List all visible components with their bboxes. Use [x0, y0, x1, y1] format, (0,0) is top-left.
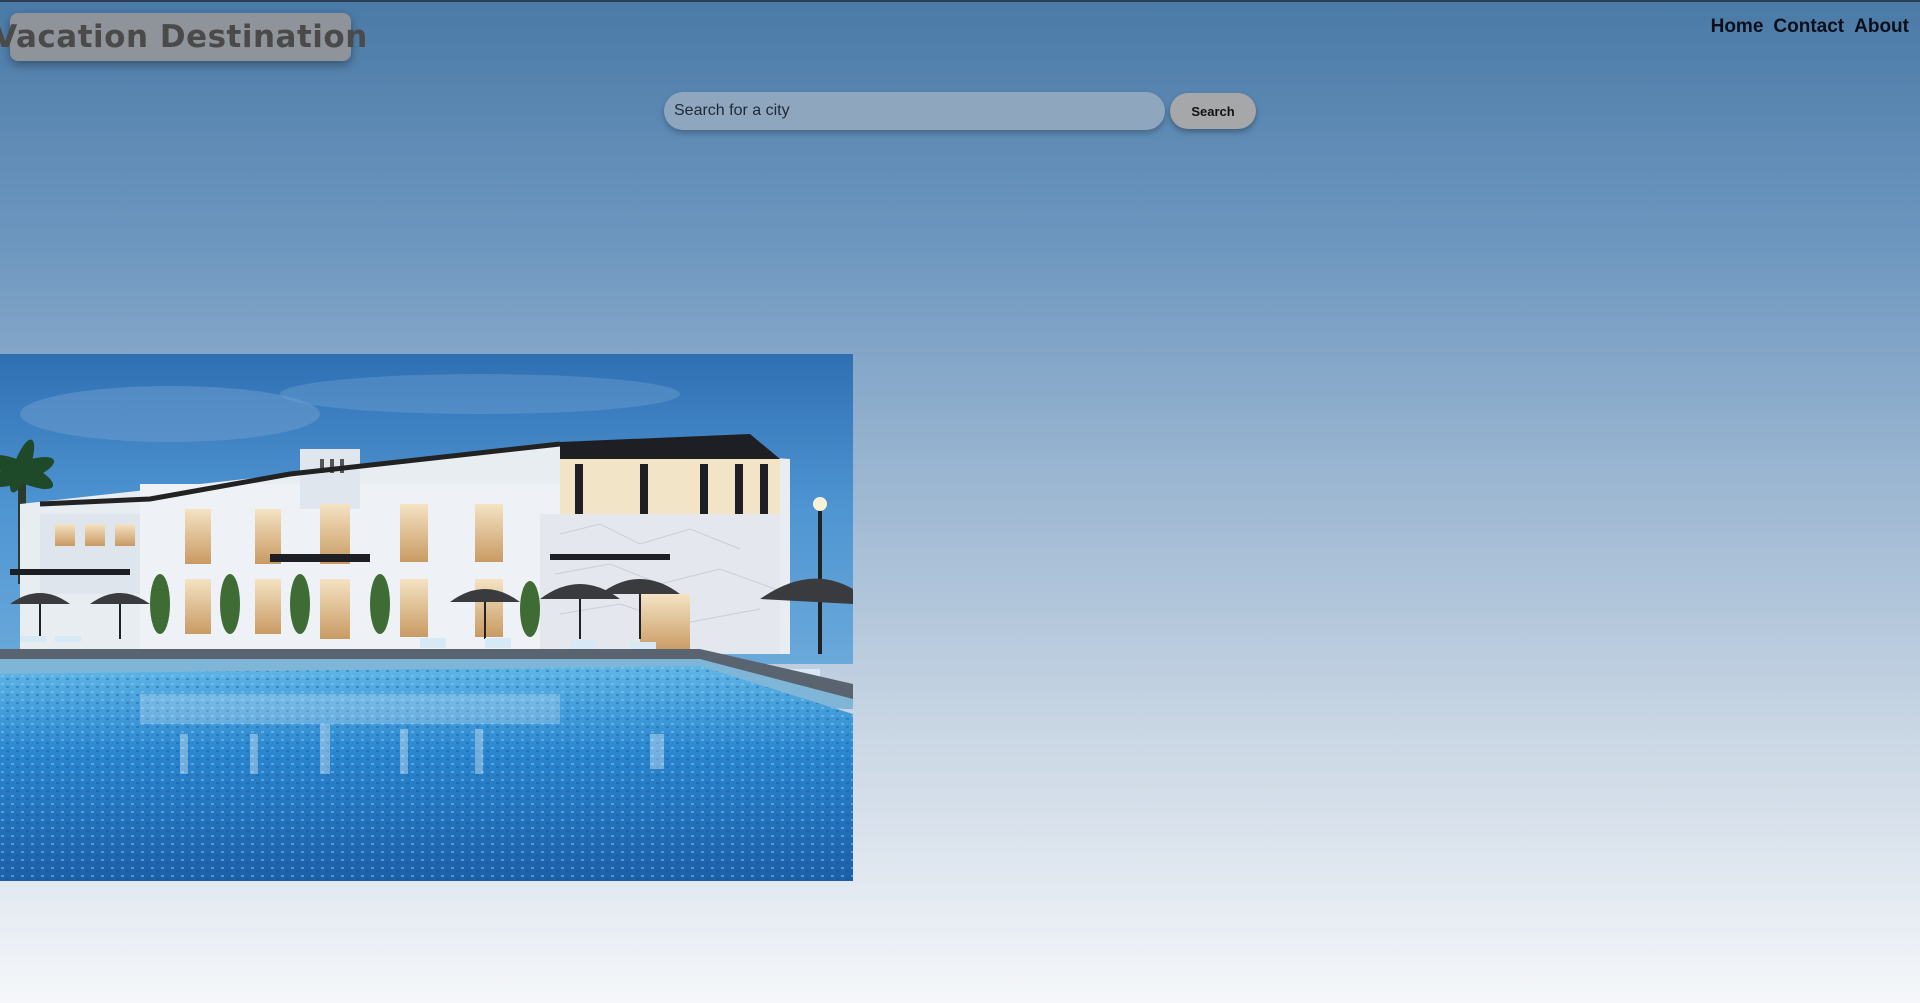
search-button[interactable]: Search [1170, 93, 1256, 129]
site-title: Vacation Destination [0, 19, 368, 55]
site-logo[interactable]: Vacation Destination [0, 13, 367, 61]
city-search-input[interactable] [664, 92, 1165, 130]
hero-resort-image [0, 354, 853, 881]
search-bar: Search [664, 92, 1256, 130]
nav-link-contact[interactable]: Contact [1773, 16, 1844, 38]
nav-link-about[interactable]: About [1854, 16, 1909, 38]
resort-illustration [0, 354, 853, 881]
nav-link-home[interactable]: Home [1711, 16, 1764, 38]
top-nav: Home Contact About [1711, 16, 1909, 38]
